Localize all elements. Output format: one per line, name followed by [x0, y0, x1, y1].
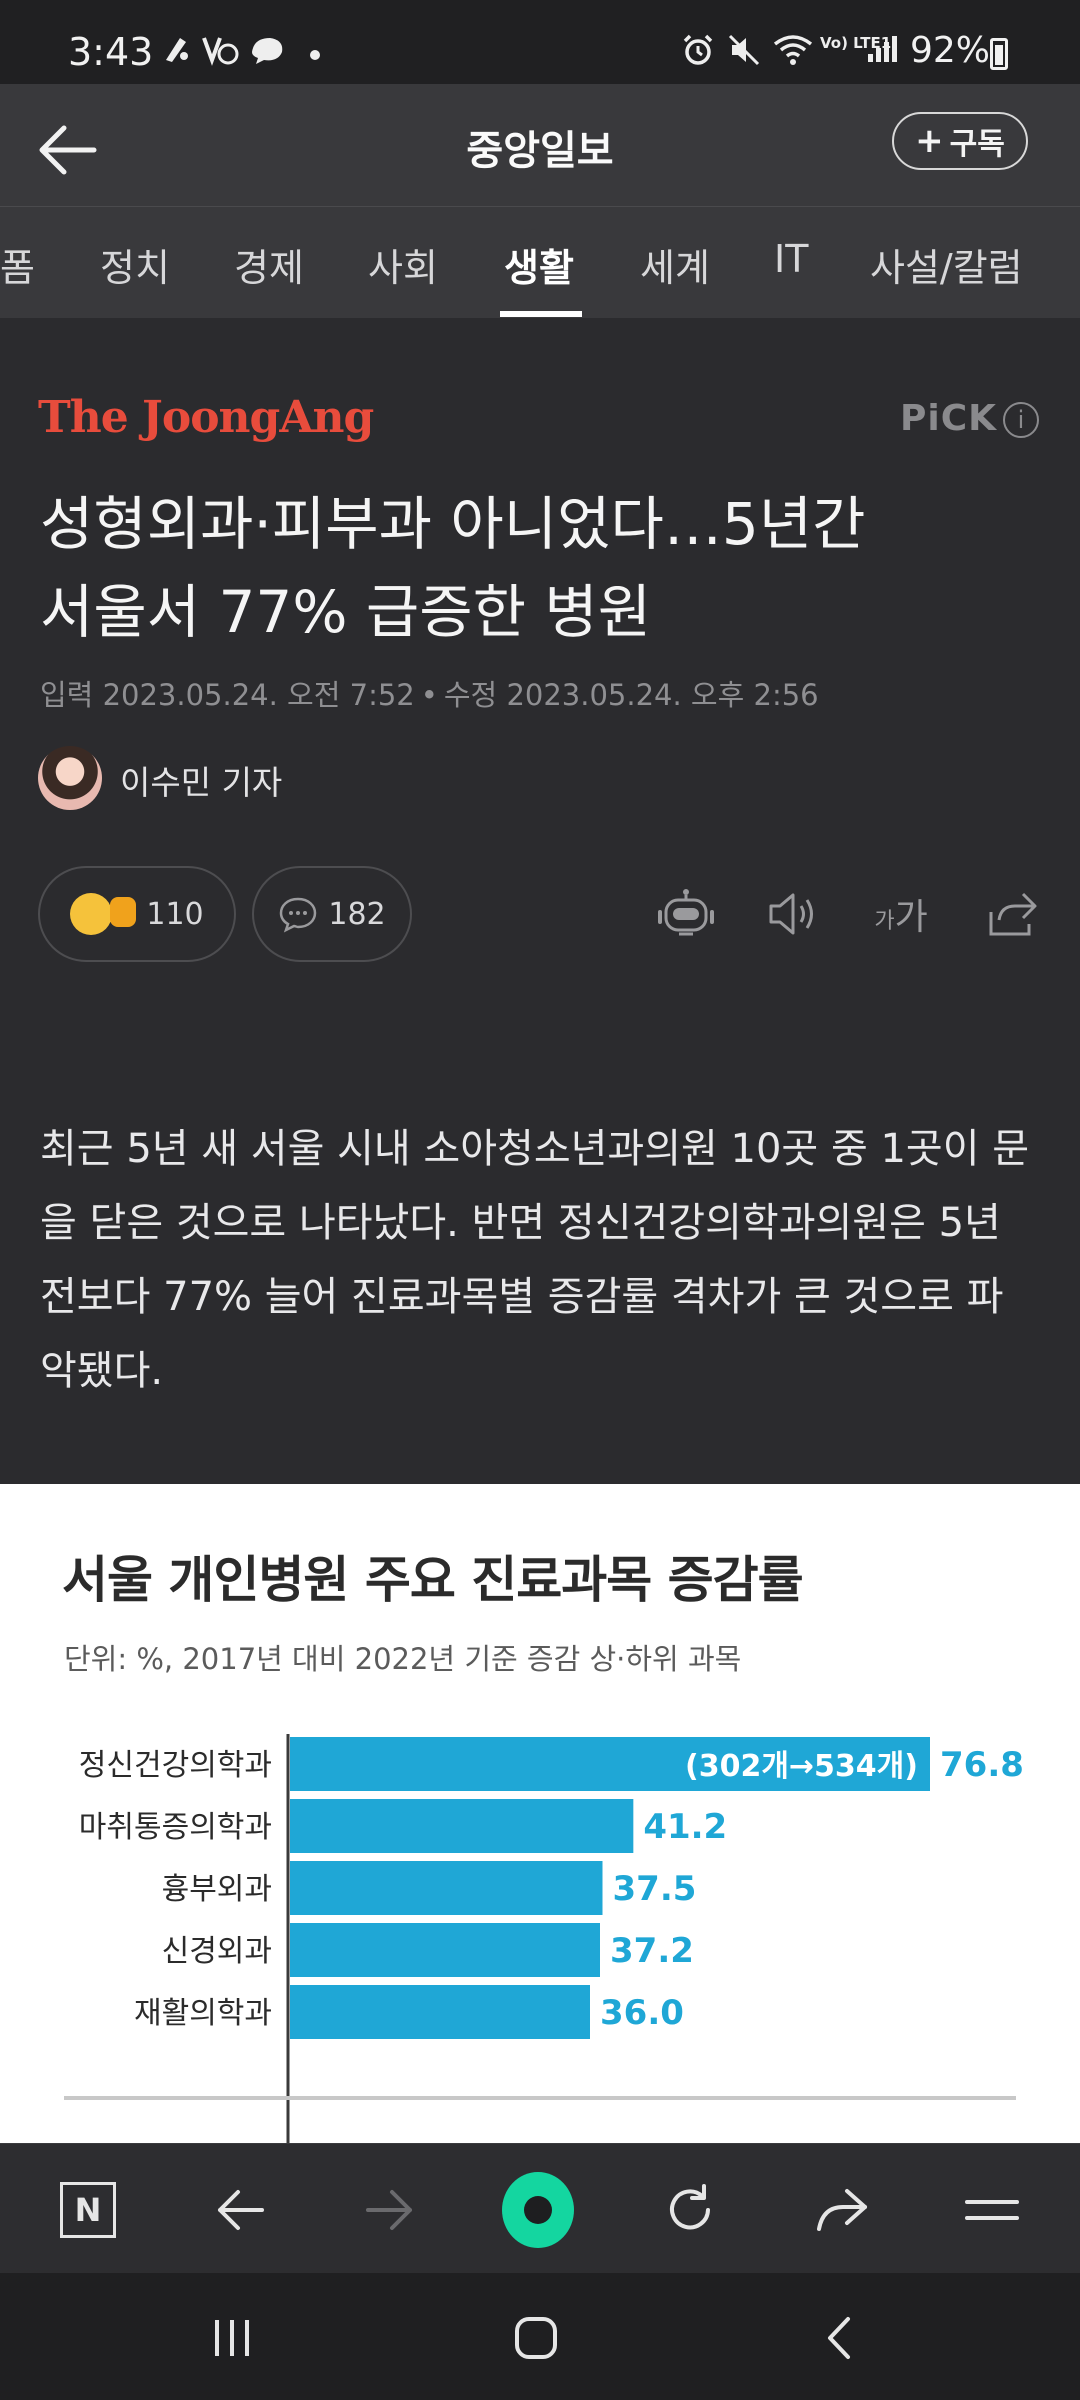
- chart-category-label: 정신건강의학과: [79, 1748, 272, 1783]
- reaction-emoji-icon: [70, 893, 137, 935]
- comment-bubble-icon: [280, 897, 317, 933]
- chart-value-label: 76.8: [940, 1745, 1024, 1785]
- notification-app-icon: [248, 32, 288, 74]
- tab-world[interactable]: 세계: [640, 237, 710, 292]
- home-button[interactable]: [496, 2303, 576, 2373]
- browser-share-button[interactable]: [806, 2174, 878, 2246]
- chart-value-label: 37.2: [610, 1931, 694, 1971]
- chart-plot: 정신건강의학과 76.8 마취통증의학과 41.2 흉부외과 37.5 신경외과 37.2 재활…: [64, 1734, 1024, 2144]
- chart-bar: [290, 1799, 634, 1853]
- home-green-icon: [502, 2172, 574, 2248]
- tab-politics[interactable]: 정치: [100, 237, 170, 292]
- recent-apps-icon: [215, 2320, 249, 2356]
- top-app-bar: 중앙일보 + 구독: [0, 84, 1080, 206]
- article-lede: 최근 5년 새 서울 시내 소아청소년과의원 10곳 중 1곳이 문을 닫은 것…: [40, 1126, 1030, 1394]
- comment-count: 182: [328, 896, 386, 932]
- naver-n-icon: N: [60, 2182, 116, 2238]
- naver-button[interactable]: N: [52, 2174, 124, 2246]
- reaction-count: 110: [146, 896, 204, 932]
- browser-forward-button[interactable]: [354, 2174, 426, 2246]
- modified-date: 수정 2023.05.24. 오후 2:56: [443, 678, 819, 712]
- tab-it[interactable]: IT: [774, 237, 808, 281]
- font-size-large-label: 가: [894, 897, 928, 938]
- tab-society[interactable]: 사회: [368, 237, 438, 292]
- date-separator: •: [420, 678, 438, 712]
- active-tab-indicator: [500, 311, 582, 317]
- dot-icon: [310, 50, 320, 60]
- browser-back-button[interactable]: [204, 2174, 276, 2246]
- divider: [0, 318, 1080, 338]
- info-icon[interactable]: i: [1003, 402, 1039, 438]
- reload-button[interactable]: [654, 2174, 726, 2246]
- font-size-button[interactable]: 가가: [866, 884, 936, 944]
- status-bar: 3:43 Vo) LTE1 92%: [0, 0, 1080, 84]
- subscribe-label: 구독: [949, 127, 1005, 162]
- headline-line-2: 서울서 77% 급증한 병원: [40, 578, 652, 646]
- browser-home-button[interactable]: [502, 2172, 574, 2248]
- tab-life[interactable]: 생활: [504, 237, 574, 292]
- summary-bot-button[interactable]: [656, 884, 716, 944]
- share-button[interactable]: [982, 884, 1042, 944]
- speaker-icon: [769, 893, 813, 935]
- article-dates: 입력 2023.05.24. 오전 7:52 • 수정 2023.05.24. 오후…: [40, 672, 819, 714]
- share-icon: [989, 892, 1037, 936]
- tab-editorial[interactable]: 사설/칼럼: [870, 237, 1023, 292]
- chart-annotation: (302개→534개): [685, 1749, 918, 1784]
- signal-icon: [866, 32, 900, 74]
- chart-category-label: 흉부외과: [162, 1872, 272, 1907]
- font-size-small-label: 가: [874, 909, 895, 934]
- chart-bar: [290, 1985, 590, 2039]
- brand-logo[interactable]: The JoongAng: [38, 392, 374, 443]
- robot-icon: [658, 889, 714, 936]
- share-arrow-icon: [817, 2189, 867, 2231]
- battery-percent: 92%: [910, 30, 991, 71]
- recent-apps-button[interactable]: [192, 2303, 272, 2373]
- home-icon: [515, 2317, 557, 2359]
- text-to-speech-button[interactable]: [764, 884, 824, 944]
- back-arrow-icon: [218, 2190, 264, 2230]
- back-icon: [828, 2317, 850, 2359]
- notification-app-icon: [160, 32, 194, 74]
- battery-icon: [990, 38, 1008, 70]
- menu-icon: [965, 2200, 1019, 2220]
- author-name[interactable]: 이수민 기자: [120, 756, 282, 804]
- mute-icon: [726, 32, 762, 76]
- headline-line-1: 성형외과·피부과 아니었다…5년간: [40, 490, 866, 558]
- chart-value-label: 41.2: [643, 1807, 727, 1847]
- alarm-icon: [680, 32, 716, 76]
- chart-bar: [290, 1923, 600, 1977]
- tab-partial[interactable]: 폼: [0, 237, 35, 292]
- chart-category-label: 신경외과: [162, 1934, 272, 1969]
- avatar[interactable]: [38, 746, 102, 810]
- chart-value-label: 37.5: [613, 1869, 697, 1909]
- infographic-chart: 서울 개인병원 주요 진료과목 증감률 단위: %, 2017년 대비 2022…: [0, 1484, 1080, 2144]
- browser-menu-button[interactable]: [956, 2174, 1028, 2246]
- reload-icon: [670, 2184, 710, 2230]
- wifi-icon: [772, 32, 814, 76]
- forward-arrow-icon: [366, 2190, 412, 2230]
- chart-value-label: 36.0: [600, 1993, 684, 2033]
- chart-category-label: 재활의학과: [134, 1996, 272, 2031]
- subscribe-button[interactable]: + 구독: [892, 112, 1028, 170]
- comment-button[interactable]: 182: [252, 866, 412, 962]
- status-time: 3:43: [68, 30, 154, 74]
- system-navigation-bar: [0, 2273, 1080, 2400]
- browser-toolbar: N: [0, 2143, 1080, 2274]
- tab-economy[interactable]: 경제: [234, 237, 304, 292]
- published-date: 입력 2023.05.24. 오전 7:52: [40, 678, 415, 712]
- chart-bar: [290, 1861, 603, 1915]
- chart-category-label: 마취통증의학과: [79, 1810, 272, 1845]
- category-tabs: 폼 정치 경제 사회 생활 세계 IT 사설/칼럼: [0, 206, 1080, 319]
- plus-icon: +: [915, 121, 944, 161]
- reaction-button[interactable]: 110: [38, 866, 236, 962]
- article-headline: 성형외과·피부과 아니었다…5년간 서울서 77% 급증한 병원: [40, 480, 1040, 656]
- system-back-button[interactable]: [798, 2303, 878, 2373]
- notification-app-icon: [200, 32, 240, 74]
- pick-badge: PiCK: [900, 398, 998, 439]
